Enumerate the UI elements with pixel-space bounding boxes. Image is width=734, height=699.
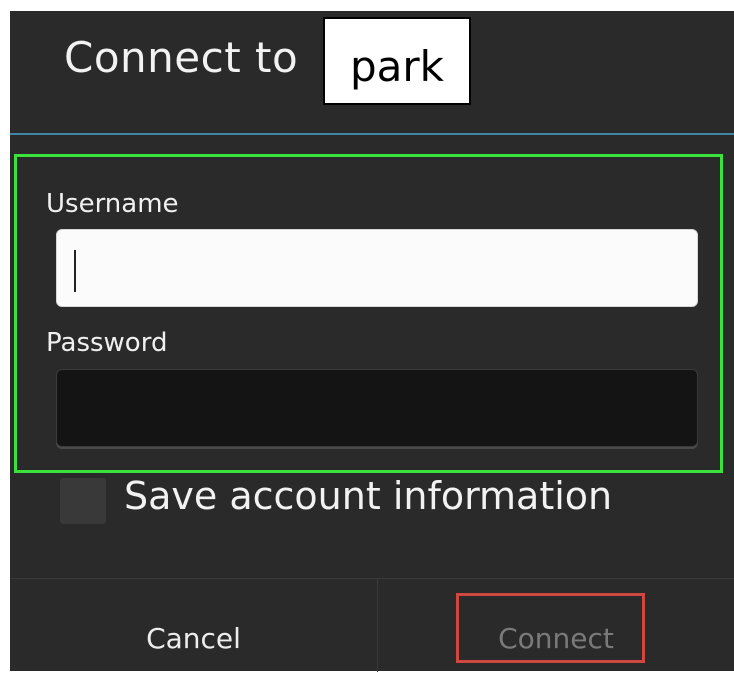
save-account-label[interactable]: Save account information	[124, 474, 612, 518]
cancel-button[interactable]: Cancel	[10, 579, 377, 672]
connect-highlight-box	[456, 593, 645, 663]
wifi-connect-dialog: Connect to park Username Password Save a…	[10, 11, 734, 672]
dialog-title-bar: Connect to park	[10, 11, 734, 133]
network-name-label: park	[323, 17, 471, 105]
title-divider	[10, 133, 734, 135]
credentials-highlight-box	[14, 154, 723, 473]
dialog-title: Connect to	[64, 33, 299, 82]
save-account-checkbox[interactable]	[60, 478, 106, 524]
